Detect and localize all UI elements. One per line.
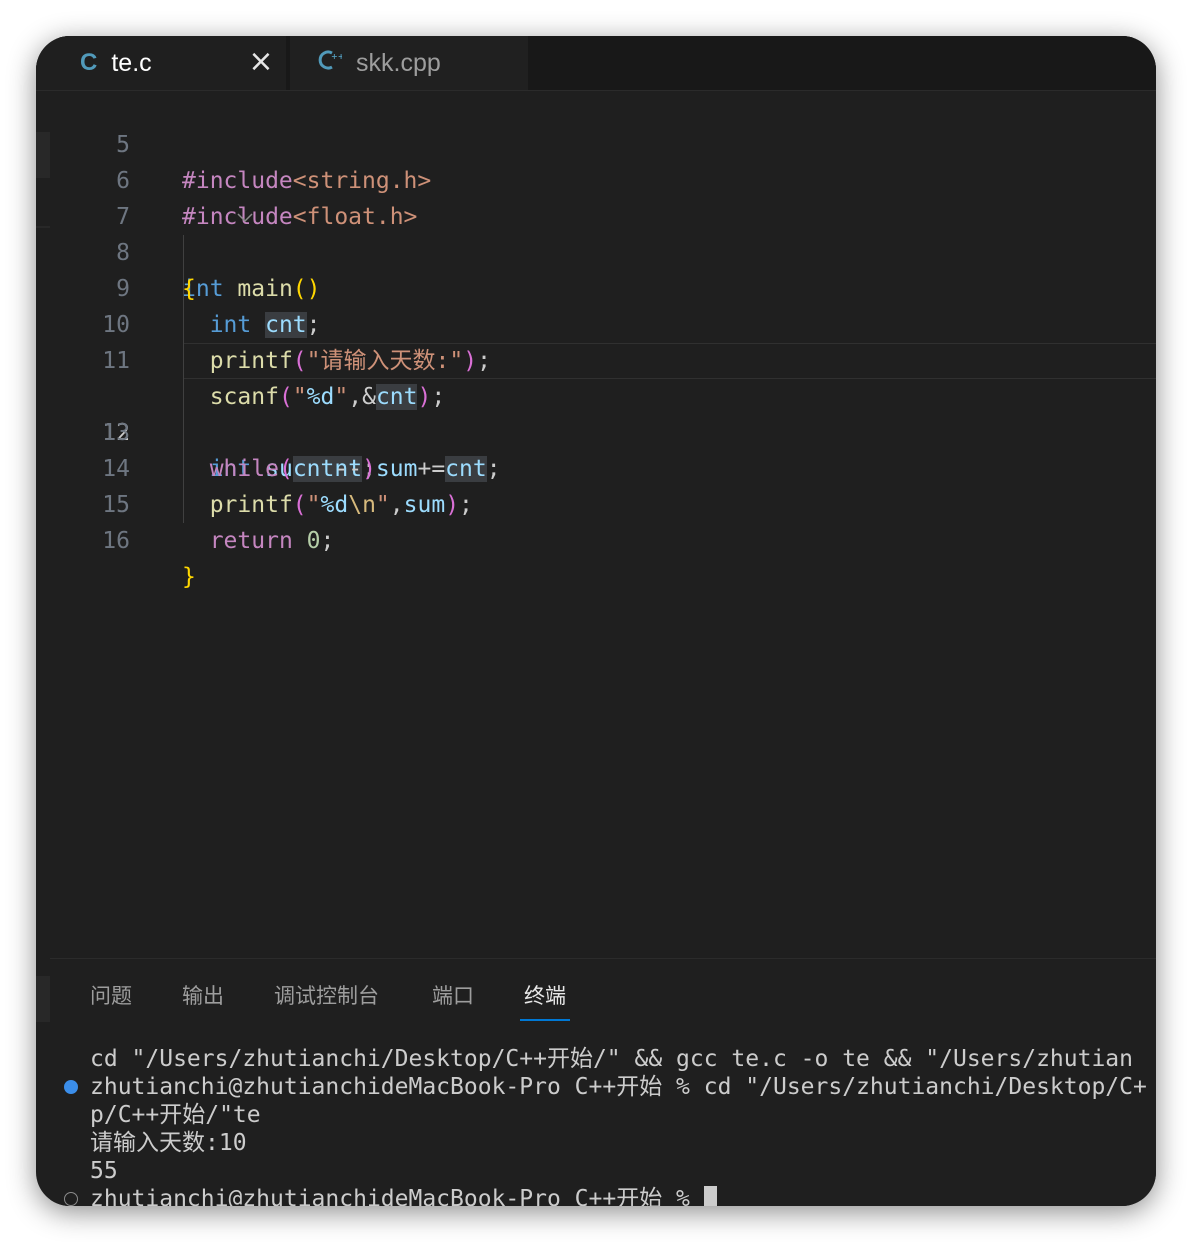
code-line: 5 #include<string.h> — [50, 91, 1156, 194]
current-line-highlight — [184, 343, 1156, 379]
tab-label: skk.cpp — [356, 48, 441, 77]
terminal-line: 请输入天数:10 — [90, 1130, 247, 1156]
code-line-current: 12 int sum=cnt; — [50, 343, 1156, 482]
c-file-icon: C — [80, 49, 98, 76]
terminal-line: zhutianchi@zhutianchideMacBook-Pro C++开始… — [90, 1074, 1147, 1100]
bottom-panel: 问题 输出 调试控制台 端口 终端 cd "/Users/zhutianchi/… — [50, 958, 1156, 1206]
editor-tab-bar: C te.c × ++ skk.cpp — [36, 36, 1156, 91]
code-line: 15 return 0; — [50, 451, 1156, 554]
command-pending-dot-icon — [64, 1192, 78, 1206]
tab-skk-cpp[interactable]: ++ skk.cpp — [290, 36, 528, 90]
code-line: 10 printf("请输入天数:"); — [50, 271, 1156, 374]
token: return — [209, 528, 293, 554]
close-icon[interactable]: × — [246, 44, 276, 80]
code-line: 9 int cnt; — [50, 235, 1156, 338]
line-number: 16 — [102, 528, 130, 554]
code-line: 8 { — [50, 199, 1156, 302]
code-line: 7 int main() — [50, 163, 1156, 302]
vscode-window: C te.c × ++ skk.cpp 5 #include<string.h>… — [36, 36, 1156, 1206]
terminal-prompt: zhutianchi@zhutianchideMacBook-Pro C++开始… — [90, 1186, 704, 1206]
code-editor[interactable]: 5 #include<string.h> 6 #include<float.h>… — [50, 91, 1156, 957]
terminal-prompt-line: zhutianchi@zhutianchideMacBook-Pro C++开始… — [90, 1185, 717, 1206]
terminal-line: p/C++开始/"te — [90, 1102, 261, 1128]
tab-label: te.c — [111, 48, 152, 77]
terminal-line: 55 — [90, 1158, 118, 1184]
code-line: 11 scanf("%d",&cnt); — [50, 307, 1156, 410]
token: ; — [320, 528, 335, 554]
tab-te-c[interactable]: C te.c × — [36, 36, 286, 90]
terminal-cursor — [703, 1186, 717, 1206]
code-line: 13 while(cnt--)sum+=cnt; — [50, 379, 1156, 482]
sidebar-edge — [36, 132, 50, 178]
cpp-file-icon: ++ — [318, 48, 344, 78]
sidebar-edge — [36, 226, 50, 228]
terminal[interactable]: cd "/Users/zhutianchi/Desktop/C++开始/" &&… — [50, 959, 1156, 1206]
tab-bar-empty-area — [528, 36, 1156, 90]
code-line: 14 printf("%d\n",sum); — [50, 415, 1156, 518]
command-success-dot-icon — [64, 1080, 78, 1094]
svg-text:++: ++ — [331, 52, 342, 61]
sidebar-edge — [36, 976, 50, 1022]
terminal-line: cd "/Users/zhutianchi/Desktop/C++开始/" &&… — [90, 1046, 1133, 1072]
code-line: 6 #include<float.h> — [50, 127, 1156, 230]
token: 0 — [306, 528, 321, 554]
token: } — [182, 564, 196, 590]
code-line: 16 } — [50, 487, 1156, 590]
